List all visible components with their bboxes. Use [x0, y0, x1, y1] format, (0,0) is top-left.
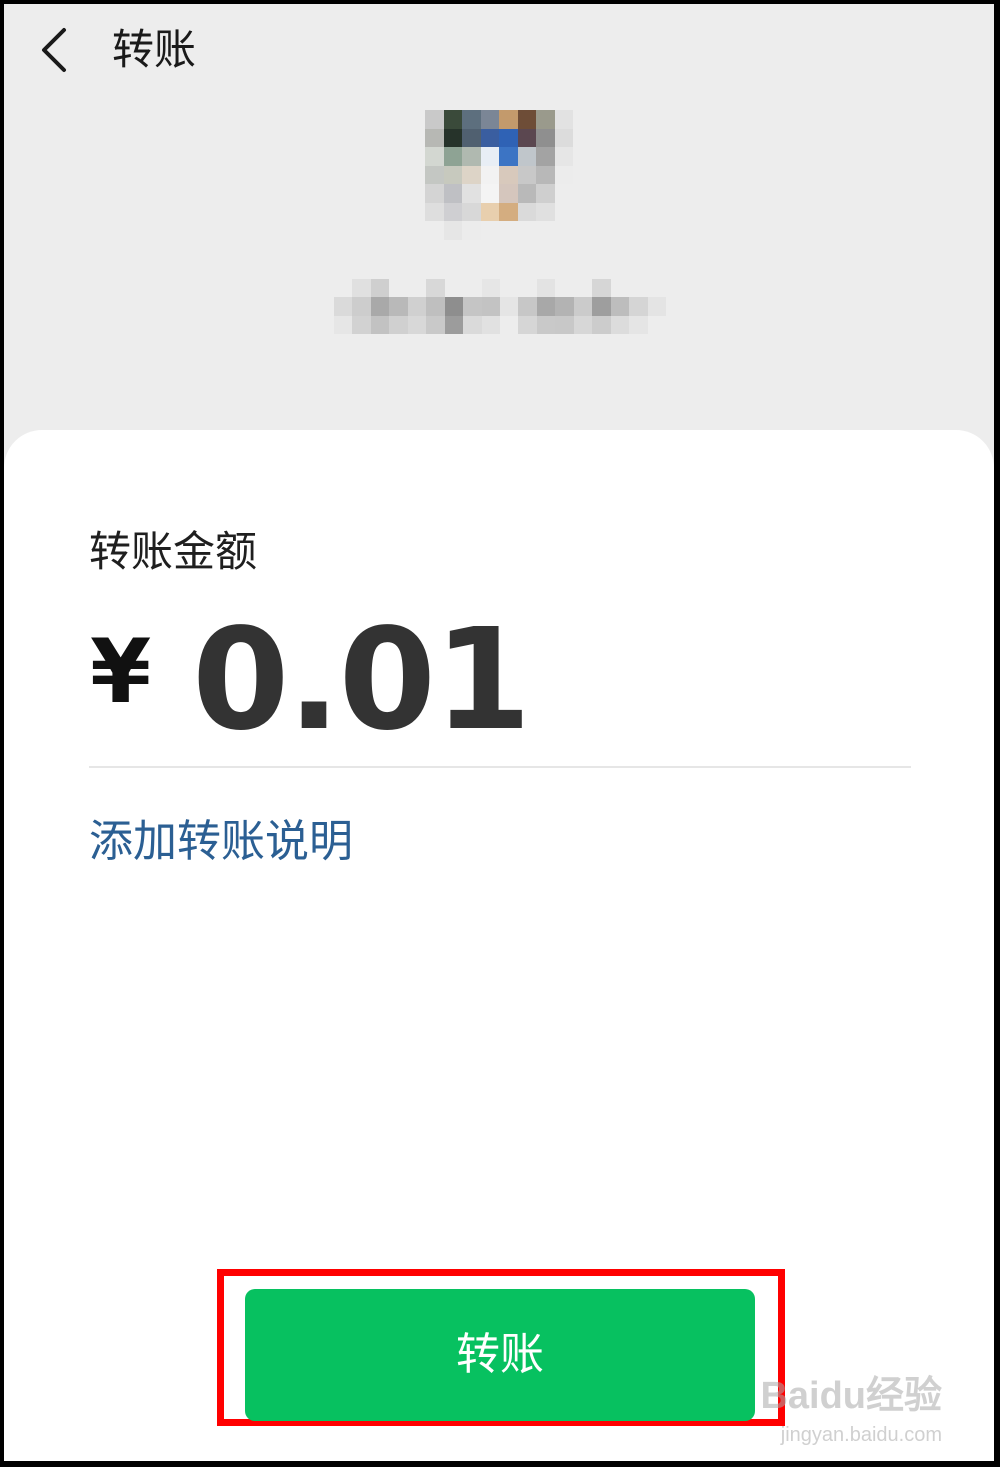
page-title: 转账	[112, 25, 197, 74]
recipient-avatar	[425, 110, 573, 240]
amount-input[interactable]: 0.01	[192, 606, 531, 756]
amount-card: 转账金额 ¥ 0.01 添加转账说明 转账	[4, 430, 994, 1461]
watermark-logo: Baidu经验	[760, 1375, 942, 1417]
currency-symbol: ¥	[90, 620, 152, 723]
nav-bar: 转账	[4, 4, 994, 100]
recipient-name	[334, 279, 666, 334]
amount-label: 转账金额	[89, 527, 258, 576]
chevron-left-icon[interactable]	[34, 26, 74, 74]
transfer-screen: 转账 转账金额 ¥ 0.01 添加转账说明 转账 Baidu经验 jingyan…	[4, 4, 994, 1461]
amount-divider	[89, 766, 911, 768]
transfer-button[interactable]: 转账	[245, 1289, 755, 1421]
watermark-url: jingyan.baidu.com	[780, 1424, 942, 1446]
add-note-link[interactable]: 添加转账说明	[89, 812, 353, 872]
